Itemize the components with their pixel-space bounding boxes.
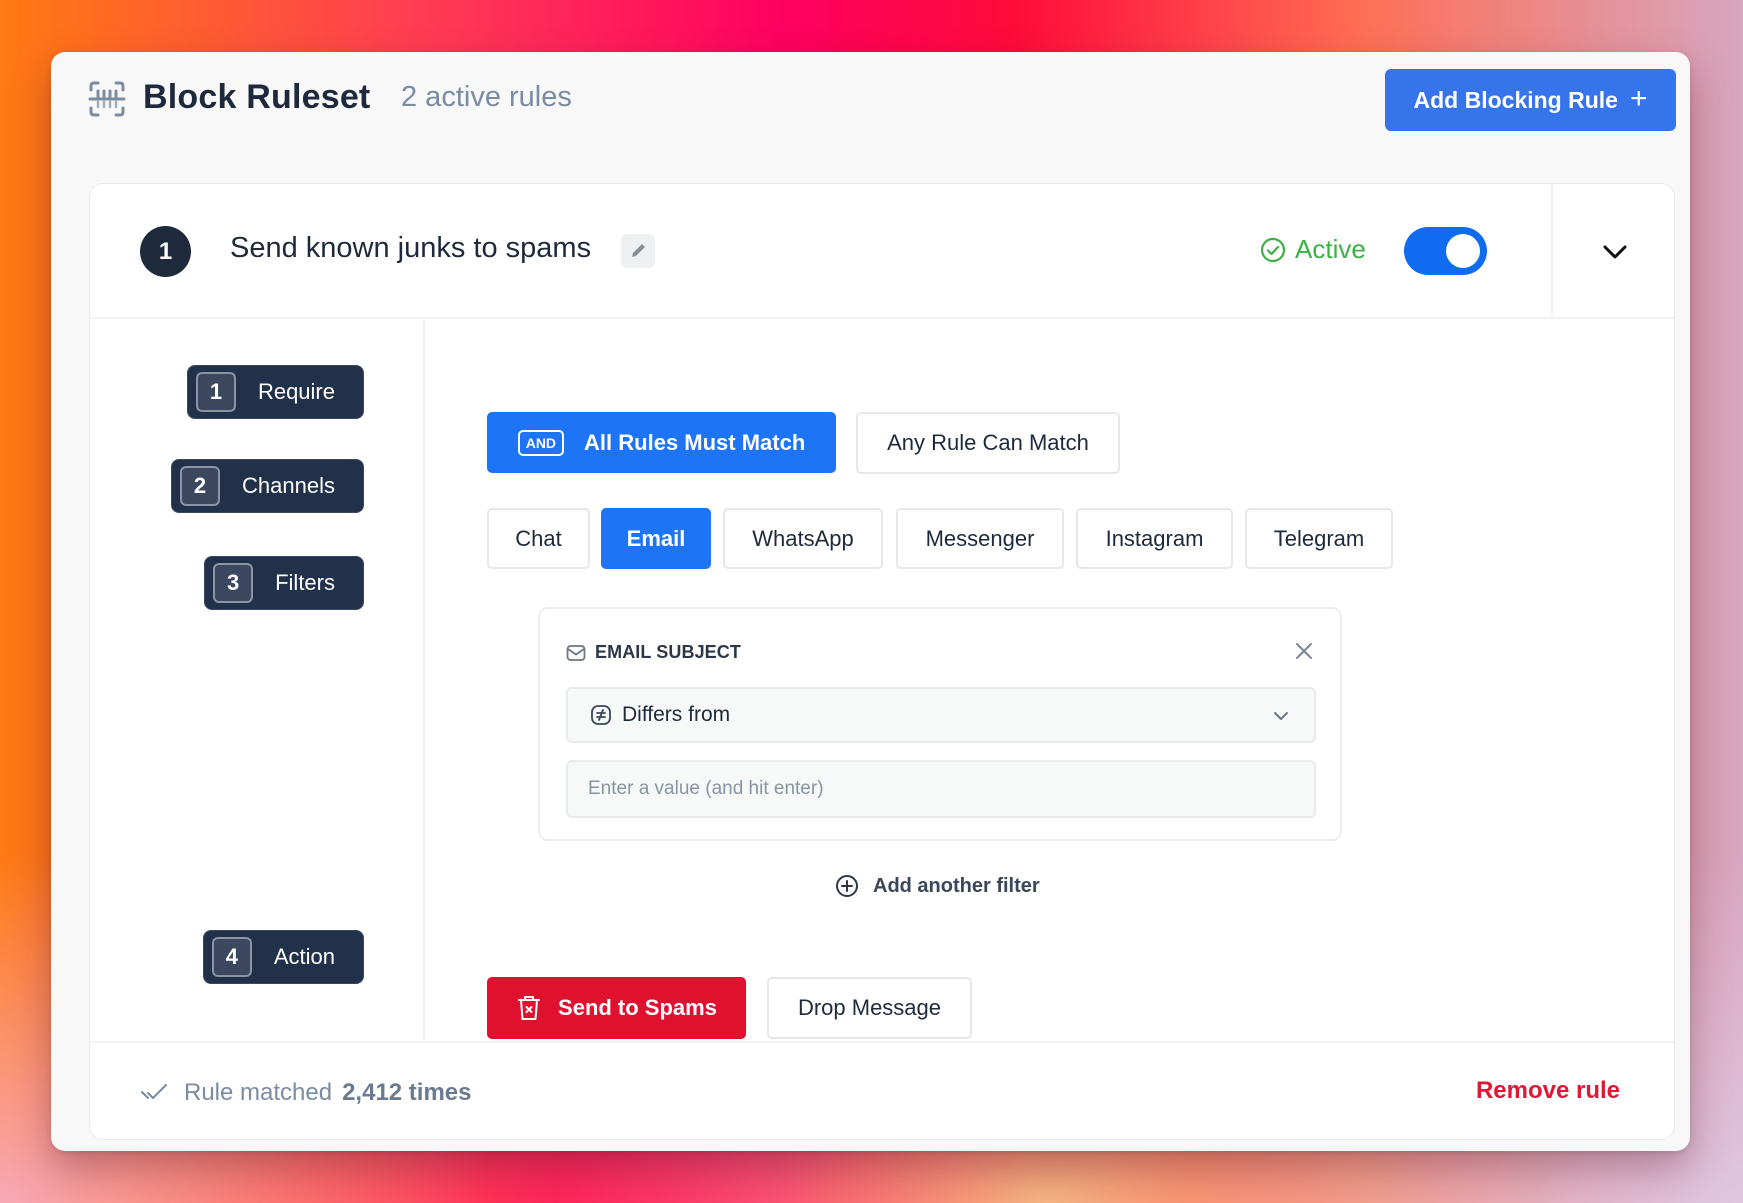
- matched-count: 2,412 times: [342, 1079, 472, 1106]
- steps-column: 1 Require 2 Channels 3 Filters 4 Action: [90, 319, 425, 1041]
- step-filters: 3 Filters: [204, 556, 364, 610]
- step-number: 1: [195, 372, 236, 412]
- barcode-scan-icon: [88, 81, 126, 117]
- filter-operator-select[interactable]: Differs from: [566, 687, 1316, 743]
- require-any-button[interactable]: Any Rule Can Match: [856, 412, 1120, 474]
- filter-card: EMAIL SUBJECT Differs from: [538, 607, 1342, 841]
- step-number: 4: [211, 937, 252, 977]
- filter-field-label: EMAIL SUBJECT: [566, 642, 741, 663]
- chevron-down-icon: [1603, 245, 1626, 258]
- plus-icon: +: [1629, 81, 1648, 115]
- channel-messenger[interactable]: Messenger: [896, 508, 1064, 569]
- envelope-icon: [566, 644, 586, 661]
- step-label: Channels: [242, 473, 335, 498]
- active-rules-count: 2 active rules: [401, 81, 572, 113]
- rule-footer: Rule matched 2,412 times Remove rule: [90, 1041, 1674, 1139]
- step-label: Filters: [275, 570, 335, 595]
- rule-match-count: Rule matched 2,412 times: [140, 1079, 472, 1107]
- matched-prefix: Rule matched: [184, 1079, 333, 1106]
- step-label: Require: [257, 379, 335, 404]
- add-another-filter-label: Add another filter: [873, 874, 1040, 897]
- step-require: 1 Require: [186, 365, 364, 419]
- channel-chat[interactable]: Chat: [487, 508, 590, 569]
- plus-circle-icon: [836, 875, 858, 897]
- rule-number-badge: 1: [140, 226, 191, 277]
- action-drop-message-button[interactable]: Drop Message: [767, 977, 972, 1039]
- channel-whatsapp[interactable]: WhatsApp: [723, 508, 883, 569]
- channel-telegram[interactable]: Telegram: [1245, 508, 1393, 569]
- drop-message-label: Drop Message: [797, 995, 942, 1020]
- step-number: 2: [180, 466, 221, 506]
- status-badge: Active: [1260, 234, 1366, 265]
- rule-card: 1 Send known junks to spams Active 1 Req…: [89, 183, 1675, 1140]
- pencil-icon: [632, 244, 645, 257]
- step-number: 3: [213, 563, 254, 603]
- filter-value-input[interactable]: [566, 760, 1316, 818]
- channel-label: Telegram: [1273, 525, 1365, 551]
- remove-filter-close-icon[interactable]: [1292, 639, 1316, 663]
- double-check-icon: [141, 1084, 167, 1099]
- trash-x-icon: [518, 996, 541, 1020]
- add-blocking-rule-label: Add Blocking Rule: [1413, 86, 1618, 113]
- channel-email[interactable]: Email: [601, 508, 711, 569]
- rule-enabled-toggle[interactable]: [1404, 227, 1487, 275]
- remove-rule-button[interactable]: Remove rule: [1476, 1077, 1620, 1105]
- channel-label: WhatsApp: [752, 525, 854, 551]
- collapse-rule-button[interactable]: [1551, 184, 1674, 319]
- channel-instagram[interactable]: Instagram: [1076, 508, 1233, 569]
- edit-rule-title-button[interactable]: [621, 234, 655, 268]
- require-any-label: Any Rule Can Match: [887, 430, 1089, 455]
- step-label: Action: [273, 944, 335, 969]
- channel-label: Messenger: [925, 525, 1035, 551]
- filter-field-name: EMAIL SUBJECT: [595, 642, 741, 662]
- action-send-to-spams-button[interactable]: Send to Spams: [487, 977, 746, 1039]
- channel-label: Chat: [515, 525, 562, 551]
- channel-label: Instagram: [1105, 525, 1204, 551]
- page-title: Block Ruleset: [143, 78, 371, 116]
- add-blocking-rule-button[interactable]: Add Blocking Rule +: [1385, 69, 1676, 131]
- block-ruleset-panel: Block Ruleset 2 active rules Add Blockin…: [51, 52, 1690, 1151]
- step-action: 4 Action: [202, 930, 364, 984]
- status-label: Active: [1295, 234, 1366, 264]
- add-another-filter-button[interactable]: Add another filter: [835, 874, 1040, 898]
- toggle-knob: [1446, 234, 1480, 268]
- filter-operator-value: Differs from: [622, 703, 731, 726]
- and-tag: AND: [517, 429, 565, 456]
- step-channels: 2 Channels: [171, 459, 364, 513]
- rule-header: 1 Send known junks to spams Active: [90, 184, 1674, 319]
- send-to-spams-label: Send to Spams: [558, 995, 717, 1020]
- rule-title: Send known junks to spams: [230, 232, 592, 264]
- chevron-down-icon: [1274, 712, 1288, 720]
- require-all-button[interactable]: AND All Rules Must Match: [487, 412, 836, 473]
- channel-label: Email: [626, 525, 686, 551]
- require-all-label: All Rules Must Match: [584, 429, 806, 455]
- not-equal-icon: [591, 705, 611, 725]
- check-circle-icon: [1260, 237, 1286, 262]
